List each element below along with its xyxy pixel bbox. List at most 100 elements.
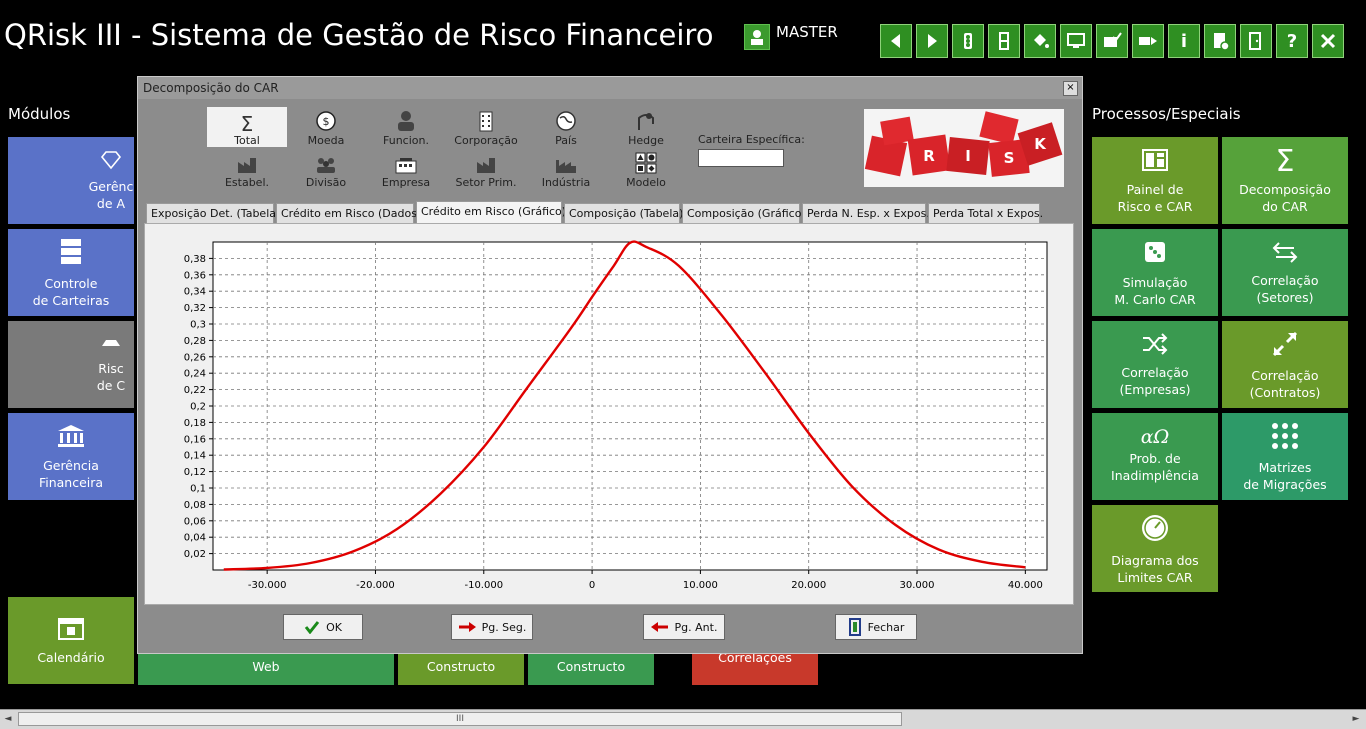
globe-icon: [556, 111, 576, 131]
tile-decomposicao-car[interactable]: Σ Decomposição do CAR: [1222, 137, 1348, 224]
y-tick-label: 0,32: [184, 303, 206, 314]
diamond-icon: [100, 150, 122, 174]
factory-icon: [238, 158, 256, 173]
tile-gerencia-ativos[interactable]: Gerênc de A: [8, 137, 134, 224]
car-icon: [100, 336, 122, 356]
x-tick-label: 30.000: [900, 580, 935, 591]
filter-divisao[interactable]: Divisão: [286, 149, 366, 189]
next-page-button[interactable]: Pg. Seg.: [451, 614, 533, 640]
tile-risco-credito[interactable]: Risc de C: [8, 321, 134, 408]
close-button[interactable]: Fechar: [835, 614, 917, 640]
dialog-close-button[interactable]: ×: [1063, 81, 1078, 96]
filter-setor-prim[interactable]: Setor Prim.: [446, 149, 526, 189]
help-icon[interactable]: ?: [1276, 24, 1308, 58]
arrow-left-icon[interactable]: [880, 24, 912, 58]
y-tick-label: 0,06: [184, 516, 206, 527]
company-icon: [395, 158, 417, 174]
prev-page-button[interactable]: Pg. Ant.: [643, 614, 725, 640]
tile-calendario[interactable]: Calendário: [8, 597, 134, 684]
person-icon: [398, 111, 414, 131]
y-tick-label: 0,36: [184, 270, 206, 281]
tile-controle-carteiras[interactable]: Controle de Carteiras: [8, 229, 134, 316]
filter-moeda[interactable]: $ Moeda: [286, 107, 366, 147]
mail-forward-icon[interactable]: [1132, 24, 1164, 58]
scroll-right-icon[interactable]: ►: [1350, 712, 1362, 726]
horizontal-scrollbar[interactable]: ◄ III ►: [0, 709, 1366, 729]
tab-perda-esp[interactable]: Perda N. Esp. x Expos.: [802, 203, 930, 223]
tile-correlacao-setores[interactable]: Correlação (Setores): [1222, 229, 1348, 316]
industry-icon: [556, 160, 576, 173]
mail-check-icon[interactable]: [1096, 24, 1128, 58]
exit-door-icon: [848, 618, 861, 636]
y-tick-label: 0,18: [184, 418, 206, 429]
tab-perda-total[interactable]: Perda Total x Expos.: [928, 203, 1043, 223]
filter-hedge[interactable]: Hedge: [606, 107, 686, 147]
risk-logo: R I S K: [864, 109, 1064, 187]
tile-correlacao-contratos[interactable]: Correlação (Contratos): [1222, 321, 1348, 408]
arrow-right-icon[interactable]: [916, 24, 948, 58]
ok-button[interactable]: OK: [283, 614, 363, 640]
column-icon[interactable]: [988, 24, 1020, 58]
close-icon[interactable]: [1312, 24, 1344, 58]
tile-painel-risco[interactable]: Painel de Risco e CAR: [1092, 137, 1218, 224]
traffic-light-icon[interactable]: [952, 24, 984, 58]
x-tick-label: -10.000: [464, 580, 503, 591]
paint-bucket-icon[interactable]: [1024, 24, 1056, 58]
monitor-icon[interactable]: [1060, 24, 1092, 58]
tab-composicao-grafico[interactable]: Composição (Gráfico): [682, 203, 806, 223]
factory-icon: [477, 158, 495, 173]
filter-industria[interactable]: Indústria: [526, 149, 606, 189]
svg-text:$: $: [323, 115, 330, 128]
filter-modelo[interactable]: Modelo: [606, 149, 686, 189]
arrows-exchange-icon: [1270, 240, 1300, 268]
scroll-left-icon[interactable]: ◄: [2, 712, 14, 726]
y-tick-label: 0,3: [190, 320, 206, 331]
tile-gerencia-financeira[interactable]: Gerência Financeira: [8, 413, 134, 500]
tab-composicao-tabela[interactable]: Composição (Tabela): [564, 203, 683, 223]
app-title: QRisk III - Sistema de Gestão de Risco F…: [4, 18, 714, 52]
y-tick-label: 0,1: [190, 484, 206, 495]
y-tick-label: 0,2: [190, 402, 206, 413]
tab-credito-dados[interactable]: Crédito em Risco (Dados): [276, 203, 421, 223]
y-tick-label: 0,24: [184, 369, 206, 380]
x-tick-label: -30.000: [248, 580, 287, 591]
tab-exposicao-tabela[interactable]: Exposição Det. (Tabela): [146, 203, 280, 223]
document-help-icon[interactable]: [1204, 24, 1236, 58]
filter-empresa[interactable]: Empresa: [366, 149, 446, 189]
y-tick-label: 0,22: [184, 385, 206, 396]
carteira-label: Carteira Específica:: [698, 133, 805, 146]
dice-icon: [1141, 238, 1169, 270]
chart-panel: 0,02 0,04 0,06 0,08 0,1 0,12 0,14 0,16 0,18 0,2 0,…: [144, 223, 1074, 605]
user-name: MASTER: [776, 23, 838, 41]
tab-strip: Exposição Det. (Tabela) Crédito em Risco…: [146, 201, 1076, 223]
info-icon[interactable]: i: [1168, 24, 1200, 58]
modules-header: Módulos: [8, 105, 71, 123]
scroll-thumb[interactable]: III: [18, 712, 902, 726]
filter-pais[interactable]: País: [526, 107, 606, 147]
credit-risk-chart: 0,02 0,04 0,06 0,08 0,1 0,12 0,14 0,16 0,18 0,2 0,…: [184, 240, 1048, 591]
y-tick-label: 0,14: [184, 451, 206, 462]
gauge-icon: [1139, 512, 1171, 548]
filter-total[interactable]: Σ Total: [207, 107, 287, 147]
y-tick-label: 0,28: [184, 336, 206, 347]
processes-header: Processos/Especiais: [1092, 105, 1241, 123]
exit-door-icon[interactable]: [1240, 24, 1272, 58]
tile-simulacao-mc[interactable]: Simulação M. Carlo CAR: [1092, 229, 1218, 316]
tile-correlacao-empresas[interactable]: Correlação (Empresas): [1092, 321, 1218, 408]
tile-prob-inadimplencia[interactable]: αΩ Prob. de Inadimplência: [1092, 413, 1218, 500]
calendar-icon: [57, 615, 85, 645]
tile-matrizes-migracoes[interactable]: Matrizes de Migrações: [1222, 413, 1348, 500]
filter-corporacao[interactable]: Corporação: [446, 107, 526, 147]
y-tick-label: 0,26: [184, 352, 206, 363]
filter-funcion[interactable]: Funcion.: [366, 107, 446, 147]
dialog-title: Decomposição do CAR: [138, 77, 1082, 99]
y-tick-label: 0,16: [184, 434, 206, 445]
carteira-input[interactable]: [698, 149, 784, 167]
tile-diagrama-limites[interactable]: Diagrama dos Limites CAR: [1092, 505, 1218, 592]
filter-estabel[interactable]: Estabel.: [207, 149, 287, 189]
x-tick-label: 40.000: [1008, 580, 1043, 591]
tab-credito-grafico[interactable]: Crédito em Risco (Gráfico): [416, 201, 566, 223]
dots-grid-icon: [1270, 421, 1300, 455]
y-tick-label: 0,38: [184, 254, 206, 265]
user-icon: [744, 24, 770, 50]
